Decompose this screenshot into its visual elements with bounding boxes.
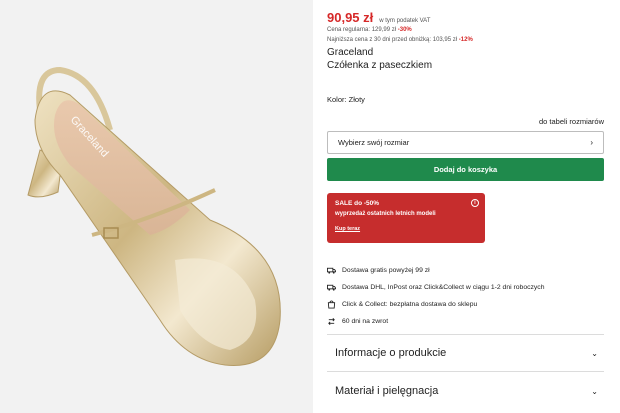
info-icon[interactable]: i bbox=[471, 199, 479, 207]
brand-name[interactable]: Graceland bbox=[327, 47, 373, 58]
delivery-features: Dostawa gratis powyżej 99 zł Dostawa DHL… bbox=[327, 262, 604, 330]
feature-text: Click & Collect: bezpłatna dostawa do sk… bbox=[342, 301, 478, 308]
feature-click-collect: Click & Collect: bezpłatna dostawa do sk… bbox=[327, 296, 604, 313]
feature-free-delivery: Dostawa gratis powyżej 99 zł bbox=[327, 262, 604, 279]
sale-shop-now-link[interactable]: Kup teraz bbox=[335, 226, 477, 232]
sale-banner: SALE do -50% wyprzedaż ostatnich letnich… bbox=[327, 193, 485, 243]
lowest-price-label: Najniższa cena z 30 dni przed obniżką: bbox=[327, 37, 432, 43]
add-to-cart-button[interactable]: Dodaj do koszyka bbox=[327, 158, 604, 181]
regular-price: 129,99 zł bbox=[371, 27, 397, 33]
product-image[interactable]: Graceland bbox=[0, 0, 313, 413]
store-bag-icon bbox=[327, 300, 336, 309]
shoe-illustration: Graceland bbox=[27, 66, 281, 366]
truck-icon bbox=[327, 266, 336, 275]
color-label: Kolor: Złoty bbox=[327, 95, 365, 104]
accordion-label: Materiał i pielęgnacja bbox=[335, 385, 439, 397]
lowest-price: 103,95 zł bbox=[432, 37, 458, 43]
chevron-down-icon: ⌄ bbox=[591, 386, 598, 396]
divider bbox=[327, 334, 604, 335]
product-name: Czółenka z paseczkiem bbox=[327, 60, 433, 71]
vat-note: w tym podatek VAT bbox=[379, 18, 431, 24]
lowest-price-line: Najniższa cena z 30 dni przed obniżką: 1… bbox=[327, 37, 473, 43]
size-select[interactable]: Wybierz swój rozmiar › bbox=[327, 131, 604, 154]
truck-icon bbox=[327, 283, 336, 292]
feature-text: Dostawa gratis powyżej 99 zł bbox=[342, 267, 430, 274]
divider bbox=[327, 371, 604, 372]
feature-text: 60 dni na zwrot bbox=[342, 318, 389, 325]
current-price: 90,95 zł bbox=[327, 10, 374, 25]
feature-returns: 60 dni na zwrot bbox=[327, 313, 604, 330]
chevron-down-icon: ⌄ bbox=[591, 348, 598, 358]
size-table-link[interactable]: do tabeli rozmiarów bbox=[539, 117, 604, 126]
feature-text: Dostawa DHL, InPost oraz Click&Collect w… bbox=[342, 284, 545, 291]
sale-subtitle: wyprzedaż ostatnich letnich modeli bbox=[335, 211, 436, 217]
chevron-right-icon: › bbox=[590, 138, 593, 147]
size-select-placeholder: Wybierz swój rozmiar bbox=[338, 138, 410, 147]
sale-title: SALE do -50% bbox=[335, 200, 380, 207]
feature-delivery-methods: Dostawa DHL, InPost oraz Click&Collect w… bbox=[327, 279, 604, 296]
regular-price-label: Cena regularna: bbox=[327, 27, 371, 33]
accordion-product-info[interactable]: Informacje o produkcie ⌄ bbox=[335, 342, 604, 364]
accordion-label: Informacje o produkcie bbox=[335, 347, 447, 359]
return-arrows-icon bbox=[327, 317, 336, 326]
regular-price-line: Cena regularna: 129,99 zł -30% bbox=[327, 27, 412, 33]
price-row: 90,95 zł w tym podatek VAT bbox=[327, 10, 430, 25]
accordion-material-care[interactable]: Materiał i pielęgnacja ⌄ bbox=[335, 380, 604, 402]
lowest-discount: -12% bbox=[458, 37, 473, 43]
regular-discount: -30% bbox=[397, 27, 412, 33]
